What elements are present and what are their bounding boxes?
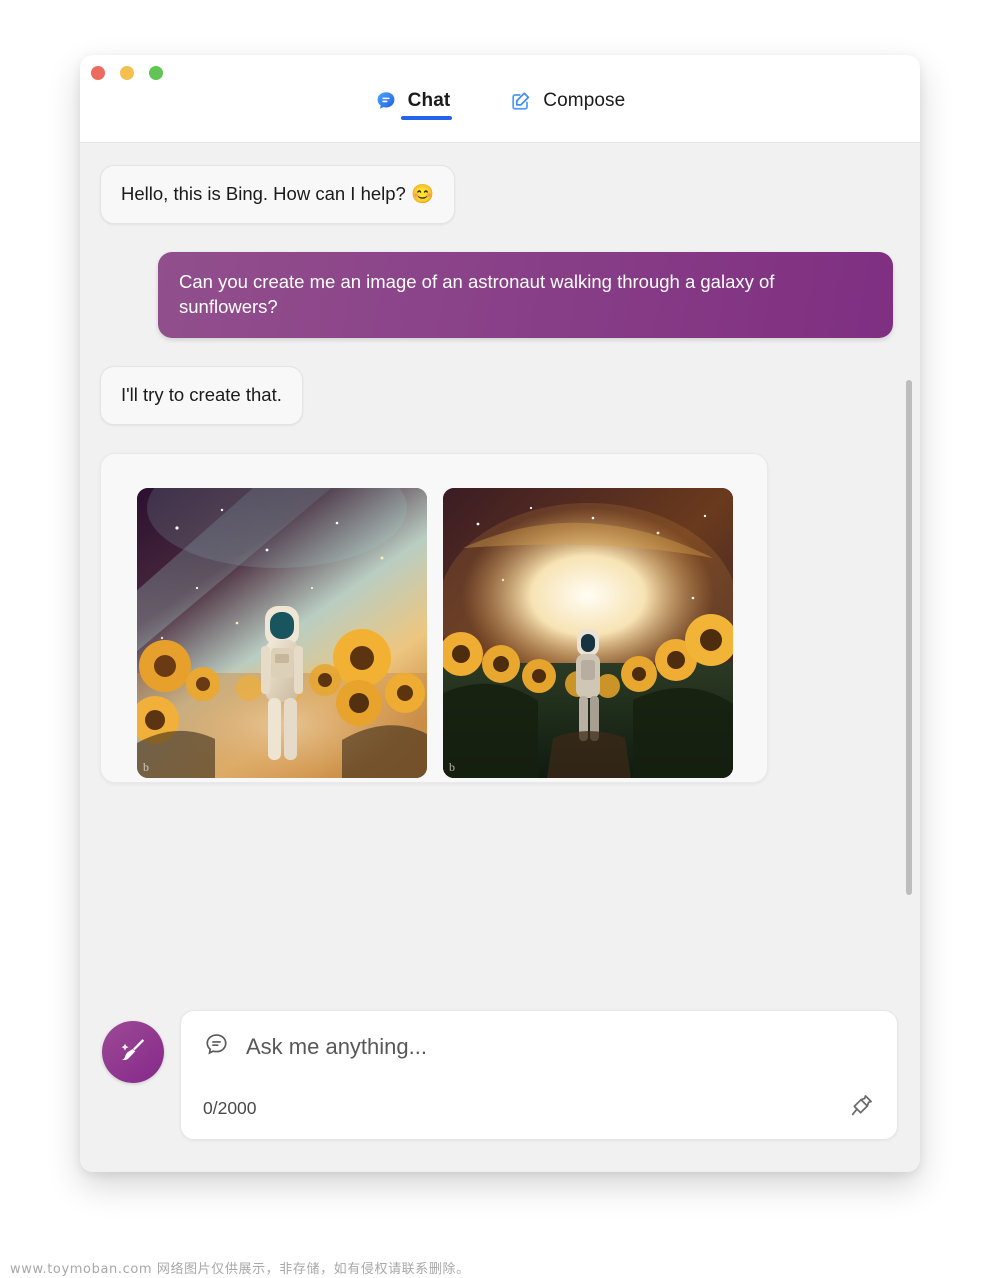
generated-image-2[interactable]: b bbox=[443, 487, 733, 778]
bing-watermark: b bbox=[449, 759, 455, 774]
conversation-scroll-area[interactable]: Hello, this is Bing. How can I help? 😊 C… bbox=[80, 143, 920, 996]
message-bubble-user: Can you create me an image of an astrona… bbox=[158, 251, 893, 338]
image-results-card: b b bbox=[100, 452, 768, 783]
message-input-placeholder[interactable]: Ask me anything... bbox=[246, 1034, 427, 1060]
close-button[interactable] bbox=[91, 66, 105, 80]
bing-watermark: b bbox=[143, 759, 149, 774]
chat-bubble-outline-icon bbox=[203, 1031, 230, 1063]
image-1-art bbox=[137, 487, 427, 778]
pushpin-icon[interactable] bbox=[849, 1092, 875, 1123]
chat-bubble-icon bbox=[375, 90, 397, 112]
clear-conversation-button[interactable] bbox=[102, 1021, 164, 1083]
tab-chat-label: Chat bbox=[407, 90, 451, 111]
page-watermark: www.toymoban.com 网络图片仅供展示，非存储，如有侵权请联系删除。 bbox=[10, 1262, 470, 1277]
tab-compose-label: Compose bbox=[543, 90, 626, 111]
character-counter: 0/2000 bbox=[203, 1098, 257, 1118]
vertical-scrollbar[interactable] bbox=[906, 380, 912, 895]
message-input-box[interactable]: Ask me anything... 0/2000 bbox=[180, 1010, 898, 1140]
conversation-list: Hello, this is Bing. How can I help? 😊 C… bbox=[80, 143, 920, 996]
minimize-button[interactable] bbox=[120, 66, 134, 80]
tab-compose[interactable]: Compose bbox=[508, 88, 627, 122]
maximize-button[interactable] bbox=[149, 66, 163, 80]
compose-pencil-icon bbox=[510, 90, 532, 112]
message-bubble-bot: Hello, this is Bing. How can I help? 😊 bbox=[100, 165, 456, 224]
image-grid: b b bbox=[137, 487, 733, 782]
app-window: Chat Compose Hello, this is Bing. How ca… bbox=[80, 55, 920, 1172]
message-bubble-bot: I'll try to create that. bbox=[100, 365, 303, 425]
title-bar: Chat Compose bbox=[80, 55, 920, 143]
tab-chat[interactable]: Chat bbox=[373, 88, 453, 122]
generated-image-1[interactable]: b bbox=[137, 487, 427, 778]
input-row: Ask me anything... bbox=[203, 1031, 875, 1063]
traffic-light-group bbox=[91, 66, 163, 80]
composer-bar: Ask me anything... 0/2000 bbox=[80, 996, 920, 1172]
broom-icon bbox=[118, 1035, 148, 1070]
image-2-art bbox=[443, 487, 733, 778]
tab-bar: Chat Compose bbox=[80, 88, 920, 142]
tab-active-indicator bbox=[400, 116, 453, 120]
